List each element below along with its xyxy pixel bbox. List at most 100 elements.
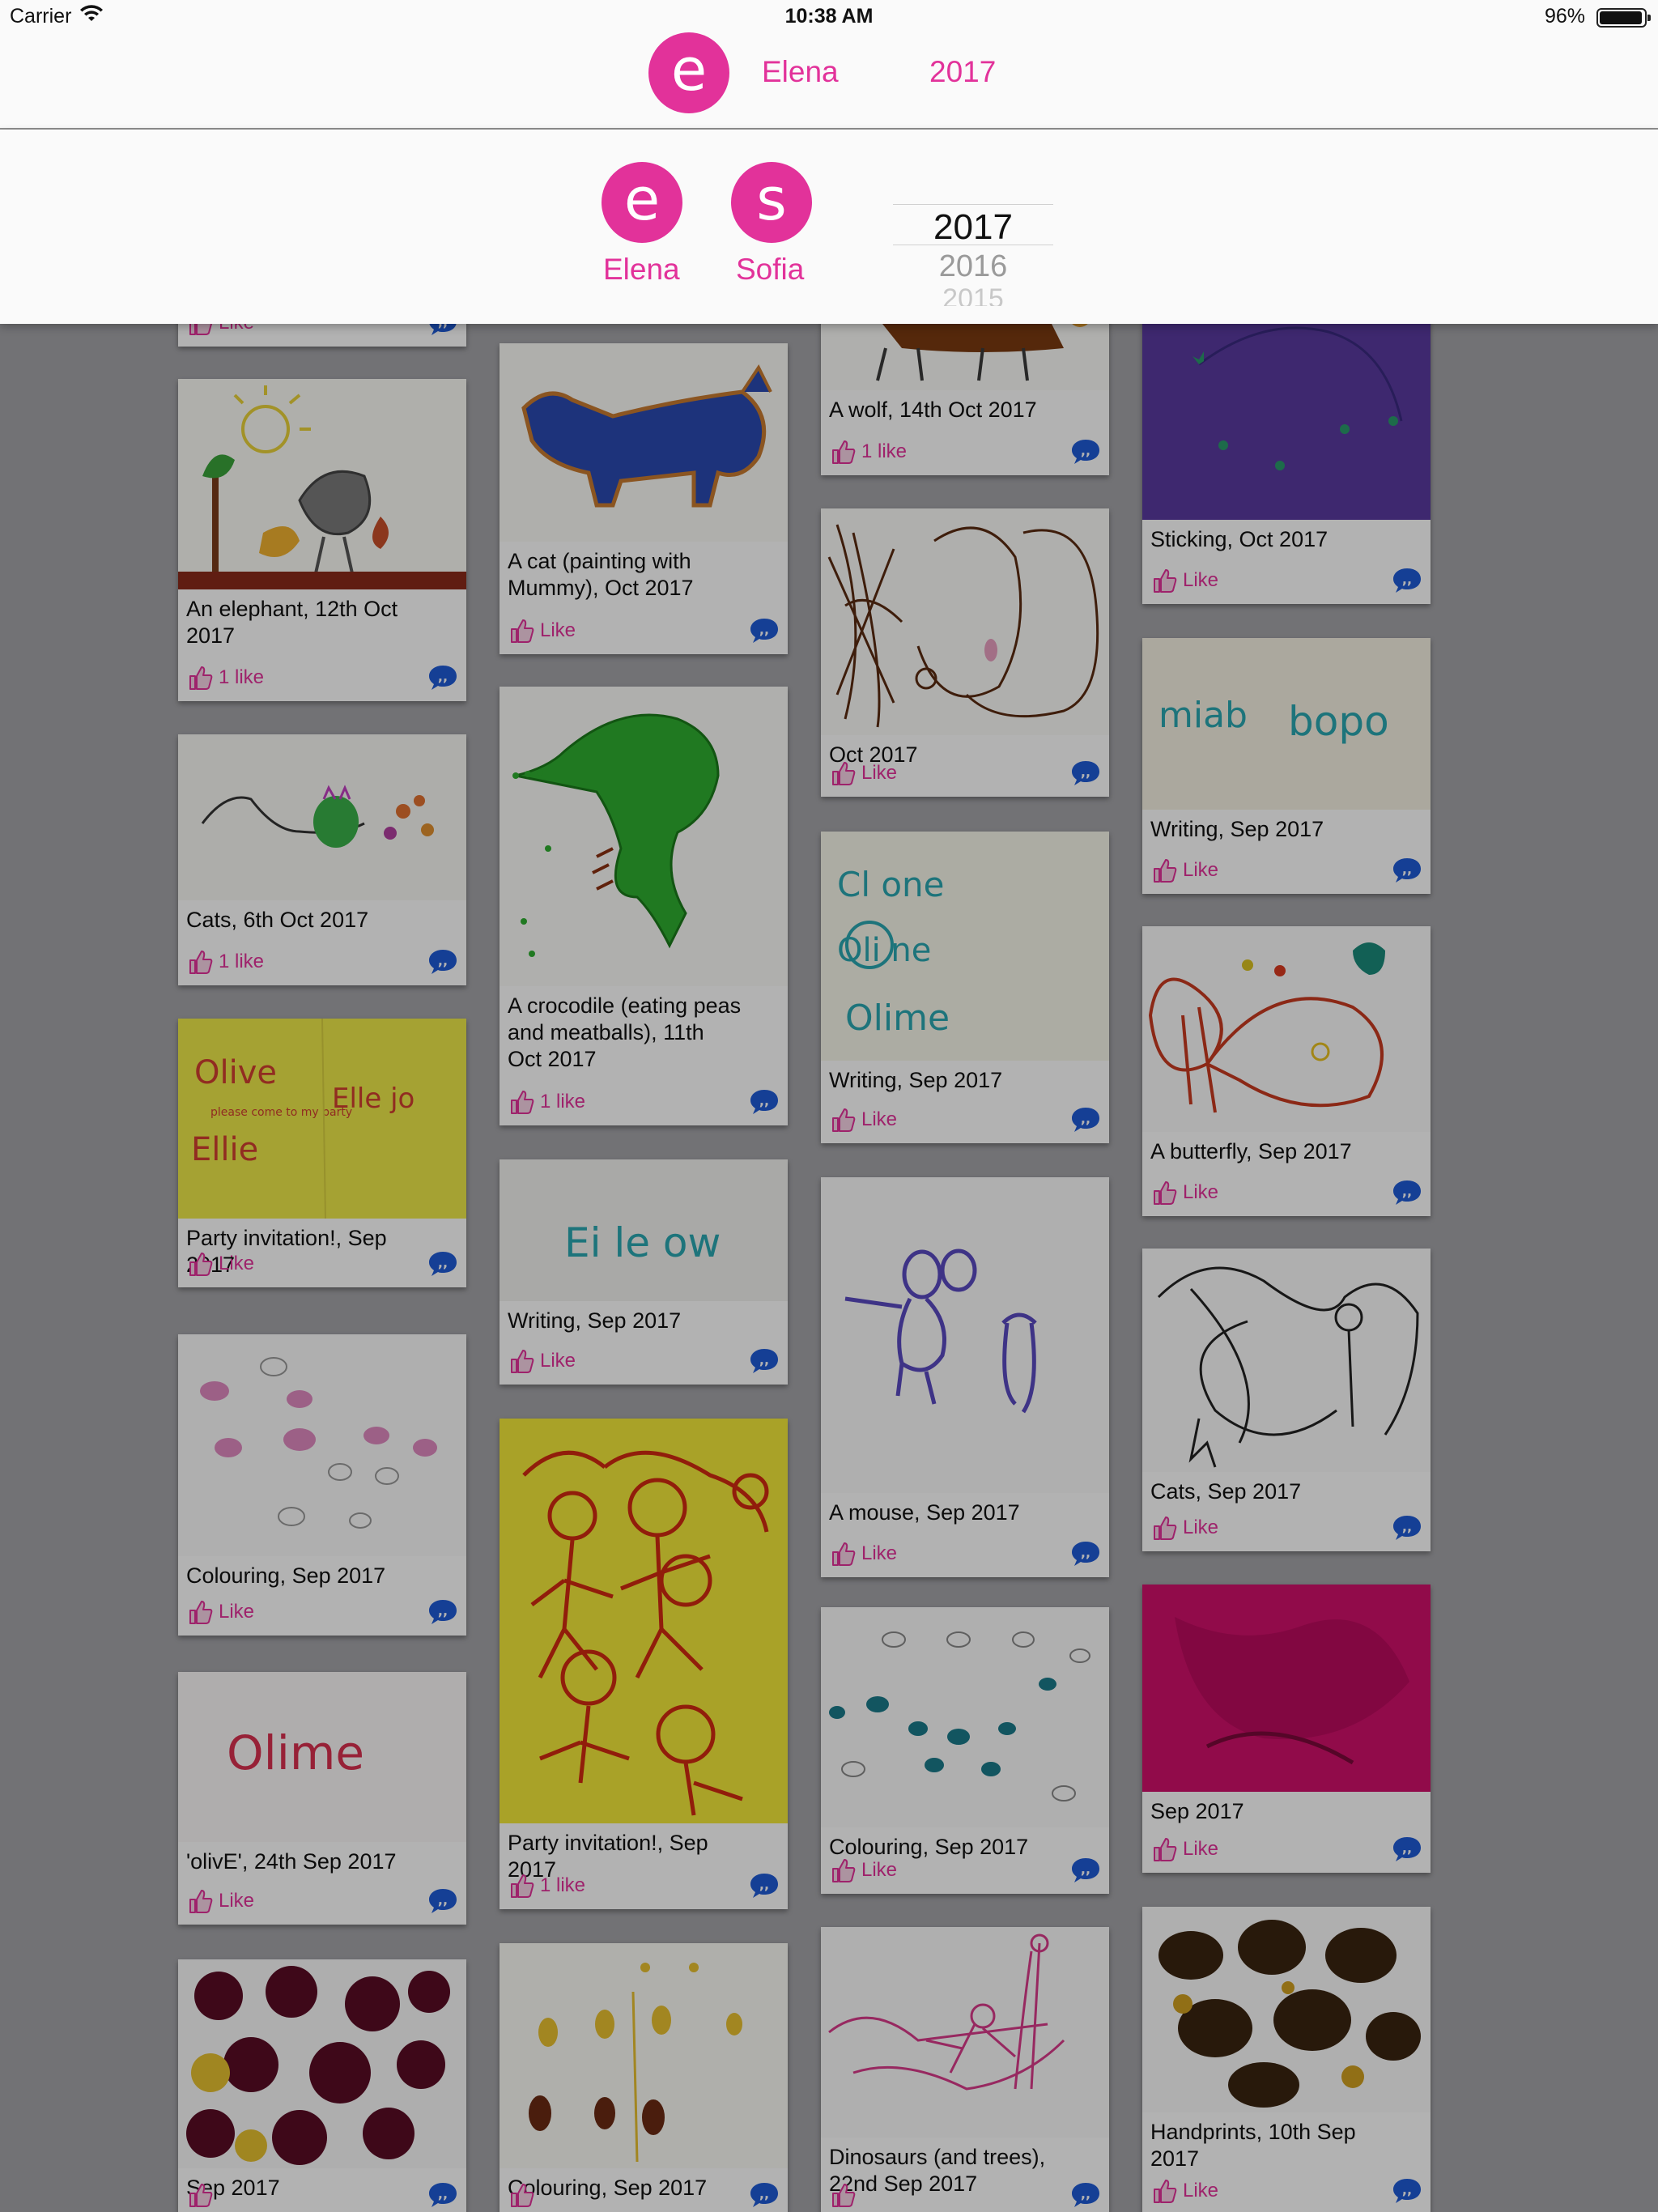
comment-icon[interactable]: ,,: [1392, 1514, 1422, 1542]
artwork-image[interactable]: [1142, 1585, 1431, 1792]
comment-icon[interactable]: ,,: [1070, 2181, 1101, 2209]
artwork-image[interactable]: Cl one Oli ne Olime: [821, 832, 1109, 1061]
artwork-image[interactable]: [178, 1334, 466, 1556]
comment-icon[interactable]: ,,: [749, 617, 780, 644]
artwork-image[interactable]: miab bopo: [1142, 638, 1431, 810]
like-button[interactable]: Like: [508, 1347, 576, 1375]
comment-icon[interactable]: ,,: [749, 1088, 780, 1116]
comment-icon[interactable]: ,,: [427, 1250, 458, 1278]
artwork-card[interactable]: Oct 2017 Like,,: [821, 508, 1109, 797]
comment-icon[interactable]: ,,: [1392, 2177, 1422, 2205]
artwork-card[interactable]: Sep 2017 Like,,: [1142, 1585, 1431, 1873]
comment-icon[interactable]: ,,: [1070, 1540, 1101, 1568]
comment-icon[interactable]: ,,: [749, 2181, 780, 2209]
selected-child-name[interactable]: Elena: [762, 55, 839, 89]
artwork-image[interactable]: [500, 687, 788, 986]
artwork-image[interactable]: [500, 1419, 788, 1823]
artwork-image[interactable]: Ei le ow: [500, 1159, 788, 1301]
artwork-image[interactable]: [178, 734, 466, 900]
like-button[interactable]: Like: [829, 1857, 897, 1884]
artwork-gallery[interactable]: Like,, An elephant, 12th Oct 2017 1 like,,…: [0, 0, 1658, 2212]
artwork-image[interactable]: [821, 508, 1109, 735]
artwork-image[interactable]: Olime: [178, 1672, 466, 1842]
like-button[interactable]: 1 like: [186, 948, 264, 976]
artwork-card[interactable]: Party invitation!, Sep 2017 1 like,,: [500, 1419, 788, 1909]
artwork-card[interactable]: A crocodile (eating peas and meatballs),…: [500, 687, 788, 1125]
artwork-image[interactable]: [1142, 1907, 1431, 2112]
like-button[interactable]: Like: [829, 759, 897, 787]
artwork-card[interactable]: A mouse, Sep 2017 Like,,: [821, 1177, 1109, 1577]
like-button[interactable]: 1 like: [508, 1088, 585, 1116]
artwork-card[interactable]: Handprints, 10th Sep 2017 Like,,: [1142, 1907, 1431, 2212]
comment-icon[interactable]: ,,: [1070, 438, 1101, 466]
artwork-card[interactable]: A cat (painting with Mummy), Oct 2017 Lik…: [500, 343, 788, 654]
like-button[interactable]: Like: [1150, 1179, 1218, 1206]
comment-icon[interactable]: ,,: [1392, 1179, 1422, 1206]
artwork-image[interactable]: [1142, 1249, 1431, 1472]
year-option[interactable]: 2016: [893, 249, 1053, 284]
artwork-card[interactable]: Cats, Sep 2017 Like,,: [1142, 1249, 1431, 1551]
like-button[interactable]: [829, 2181, 861, 2209]
artwork-image[interactable]: [178, 1959, 466, 2168]
like-button[interactable]: Like: [186, 1598, 254, 1626]
artwork-card[interactable]: An elephant, 12th Oct 2017 1 like,,: [178, 379, 466, 701]
artwork-image[interactable]: [821, 1927, 1109, 2138]
comment-icon[interactable]: ,,: [427, 1598, 458, 1626]
comment-icon[interactable]: ,,: [749, 1347, 780, 1375]
artwork-image[interactable]: [178, 379, 466, 589]
artwork-card[interactable]: Colouring, Sep 2017 Like,,: [178, 1334, 466, 1636]
year-option[interactable]: 2015: [893, 283, 1053, 306]
artwork-image[interactable]: [1142, 300, 1431, 520]
like-button[interactable]: Like: [829, 1540, 897, 1568]
like-button[interactable]: 1 like: [186, 664, 264, 691]
artwork-card[interactable]: Olive Elle jo Ellie please come to my party…: [178, 1019, 466, 1287]
year-wheel-picker[interactable]: 2017 2016 2015: [893, 202, 1053, 306]
like-button[interactable]: Like: [1150, 1836, 1218, 1863]
artwork-image[interactable]: [1142, 926, 1431, 1132]
comment-icon[interactable]: ,,: [427, 2181, 458, 2209]
artwork-card[interactable]: A wolf, 14th Oct 2017 1 like,,: [821, 300, 1109, 475]
artwork-card[interactable]: Olime 'olivE', 24th Sep 2017 Like,,: [178, 1672, 466, 1925]
artwork-card[interactable]: Sticking, Oct 2017 Like,,: [1142, 300, 1431, 604]
artwork-card[interactable]: Ei le ow Writing, Sep 2017 Like,,: [500, 1159, 788, 1385]
selected-child-avatar[interactable]: e: [648, 32, 729, 113]
artwork-card[interactable]: Cats, 6th Oct 2017 1 like,,: [178, 734, 466, 985]
artwork-card[interactable]: Sep 2017,,: [178, 1959, 466, 2212]
svg-text:,,: ,,: [1081, 764, 1090, 780]
comment-icon[interactable]: ,,: [1070, 1106, 1101, 1134]
artwork-card[interactable]: A butterfly, Sep 2017 Like,,: [1142, 926, 1431, 1216]
like-button[interactable]: 1 like: [829, 438, 907, 466]
like-button[interactable]: Like: [186, 1250, 254, 1278]
artwork-image[interactable]: [500, 1943, 788, 2168]
artwork-card[interactable]: miab bopo Writing, Sep 2017 Like,,: [1142, 638, 1431, 894]
comment-icon[interactable]: ,,: [1392, 857, 1422, 884]
like-button[interactable]: Like: [1150, 567, 1218, 594]
comment-icon[interactable]: ,,: [1070, 759, 1101, 787]
like-button[interactable]: Like: [186, 1887, 254, 1915]
artwork-card[interactable]: Cl one Oli ne Olime Writing, Sep 2017 Like,,: [821, 832, 1109, 1143]
comment-icon[interactable]: ,,: [1070, 1857, 1101, 1884]
comment-icon[interactable]: ,,: [749, 1872, 780, 1899]
like-button[interactable]: Like: [508, 617, 576, 644]
like-button[interactable]: Like: [1150, 857, 1218, 884]
comment-icon[interactable]: ,,: [1392, 1836, 1422, 1863]
artwork-image[interactable]: [821, 1177, 1109, 1493]
like-button[interactable]: Like: [829, 1106, 897, 1134]
artwork-image[interactable]: [821, 1607, 1109, 1827]
like-button[interactable]: Like: [1150, 1514, 1218, 1542]
comment-icon[interactable]: ,,: [1392, 567, 1422, 594]
artwork-image[interactable]: [500, 343, 788, 542]
like-button[interactable]: [508, 2181, 540, 2209]
like-button[interactable]: [186, 2181, 219, 2209]
artwork-image[interactable]: Olive Elle jo Ellie please come to my party: [178, 1019, 466, 1219]
comment-icon[interactable]: ,,: [427, 1887, 458, 1915]
comment-icon[interactable]: ,,: [427, 948, 458, 976]
like-button[interactable]: 1 like: [508, 1872, 585, 1899]
comment-icon[interactable]: ,,: [427, 664, 458, 691]
like-button[interactable]: Like: [1150, 2177, 1218, 2205]
selected-year[interactable]: 2017: [929, 55, 996, 89]
artwork-card[interactable]: Colouring, Sep 2017,,: [500, 1943, 788, 2212]
year-option[interactable]: 2017: [893, 207, 1053, 248]
artwork-card[interactable]: Dinosaurs (and trees), 22nd Sep 2017,,: [821, 1927, 1109, 2212]
artwork-card[interactable]: Colouring, Sep 2017 Like,,: [821, 1607, 1109, 1894]
